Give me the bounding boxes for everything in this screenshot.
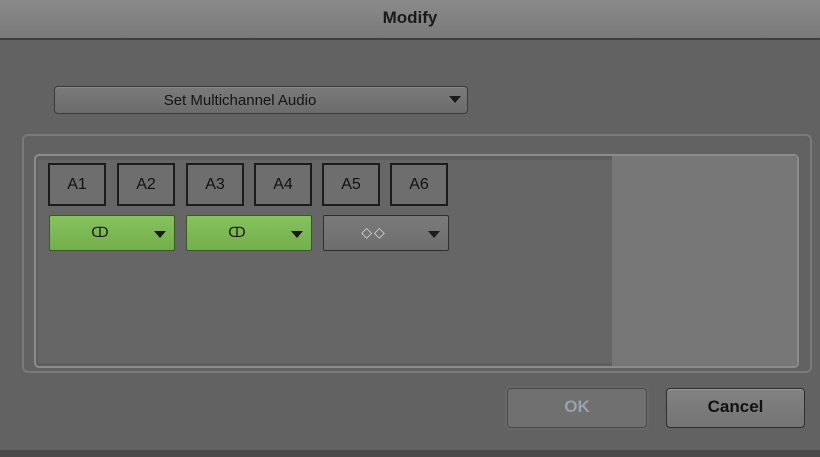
ok-button[interactable]: OK [507, 388, 647, 428]
track-button-a1[interactable]: A1 [48, 163, 106, 206]
chevron-down-icon [449, 96, 461, 103]
link-icon: ↀ [228, 224, 246, 240]
unlink-icon: ◇◇ [361, 224, 387, 240]
track-panel-empty-area [612, 156, 797, 366]
dialog-title: Modify [382, 8, 438, 27]
title-bar: Modify [0, 0, 820, 40]
pair-a5-a6-dropdown[interactable]: ◇◇ [323, 215, 449, 251]
track-button-a4[interactable]: A4 [254, 163, 312, 206]
pair-a1-a2-dropdown[interactable]: ↀ [49, 215, 175, 251]
chevron-down-icon [154, 231, 166, 238]
track-button-a5[interactable]: A5 [322, 163, 380, 206]
track-button-a3[interactable]: A3 [186, 163, 244, 206]
mode-dropdown[interactable]: Set Multichannel Audio [54, 86, 468, 114]
pair-a3-a4-dropdown[interactable]: ↀ [186, 215, 312, 251]
chevron-down-icon [428, 231, 440, 238]
link-icon: ↀ [91, 224, 109, 240]
track-button-a6[interactable]: A6 [390, 163, 448, 206]
chevron-down-icon [291, 231, 303, 238]
track-button-a2[interactable]: A2 [117, 163, 175, 206]
mode-dropdown-value: Set Multichannel Audio [163, 92, 317, 109]
cancel-button[interactable]: Cancel [666, 388, 805, 428]
window-bottom-edge [0, 450, 820, 457]
